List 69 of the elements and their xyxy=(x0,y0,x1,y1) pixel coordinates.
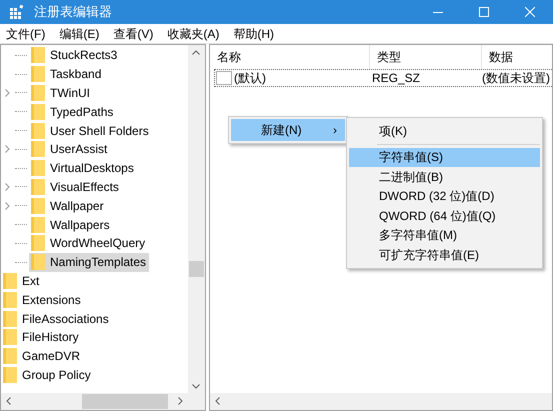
scroll-down-icon xyxy=(192,384,200,389)
folder-icon xyxy=(3,310,17,327)
folder-icon xyxy=(31,84,45,101)
close-icon xyxy=(525,7,535,17)
table-cell-text: (数值未设置) xyxy=(482,70,550,87)
tree-item[interactable]: FileHistory xyxy=(1,328,82,347)
folder-icon xyxy=(3,366,17,383)
menu-item[interactable]: 查看(V) xyxy=(111,24,156,42)
tree-item[interactable]: User Shell Folders xyxy=(29,121,152,140)
menu-item[interactable]: 编辑(E) xyxy=(57,24,102,42)
menu-item[interactable]: 二进制值(B) xyxy=(349,167,540,186)
tree-item[interactable]: TWinUI xyxy=(29,84,93,102)
folder-icon xyxy=(31,122,45,139)
folder-icon xyxy=(3,348,17,364)
tree-item[interactable]: VirtualDesktops xyxy=(29,158,137,178)
menu-item[interactable]: 文件(F) xyxy=(4,24,48,42)
tree-item[interactable]: Group Policy xyxy=(1,366,94,384)
menu-item[interactable]: 项(K) xyxy=(349,121,540,140)
folder-icon xyxy=(3,329,17,346)
scroll-left-icon xyxy=(6,397,11,405)
menu-item[interactable]: 多字符串值(M) xyxy=(349,226,540,245)
folder-icon xyxy=(31,178,45,195)
menu-item[interactable]: 可扩充字符串值(E) xyxy=(349,245,540,264)
table-cell-text: (默认) xyxy=(234,70,266,87)
column-header[interactable]: 类型 xyxy=(370,45,482,69)
folder-icon xyxy=(3,272,17,289)
tree-item[interactable]: StuckRects3 xyxy=(29,46,120,65)
menu-item[interactable]: 帮助(H) xyxy=(231,24,276,42)
menu-item[interactable]: 字符串值(S) xyxy=(349,148,540,167)
scroll-right-icon xyxy=(178,397,183,405)
scrollbar-thumb[interactable] xyxy=(189,261,204,277)
tree-item[interactable]: Extensions xyxy=(1,290,84,310)
window-title: 注册表编辑器 xyxy=(34,3,112,22)
maximize-icon xyxy=(479,7,489,17)
tree-item[interactable]: WordWheelQuery xyxy=(29,234,148,253)
folder-icon xyxy=(31,235,45,252)
tree-item[interactable]: Wallpapers xyxy=(29,215,113,234)
tree-item[interactable]: FileAssociations xyxy=(1,309,112,328)
tree-item[interactable]: UserAssist xyxy=(29,140,110,159)
scrollbar-thumb[interactable] xyxy=(82,394,168,409)
column-header[interactable]: 名称 xyxy=(210,45,370,69)
tree-item[interactable]: Wallpaper xyxy=(29,196,107,216)
folder-icon xyxy=(31,160,45,176)
column-header[interactable]: 数据 xyxy=(482,45,552,69)
horizontal-scrollbar[interactable] xyxy=(1,393,205,410)
folder-icon xyxy=(31,66,45,82)
tree-item[interactable]: GameDVR xyxy=(1,346,84,366)
table-cell-text: REG_SZ xyxy=(371,70,422,87)
registry-icon xyxy=(10,5,26,19)
vertical-scrollbar[interactable] xyxy=(188,45,205,394)
horizontal-scrollbar[interactable] xyxy=(210,393,552,410)
folder-icon xyxy=(31,104,45,120)
scroll-up-icon xyxy=(192,50,200,55)
scroll-left-icon xyxy=(215,397,220,405)
menu-item[interactable]: 新建(N) › xyxy=(231,119,345,141)
folder-icon xyxy=(31,141,45,158)
tree-item[interactable]: VisualEffects xyxy=(29,178,122,196)
menu-item[interactable]: DWORD (32 位)值(D) xyxy=(349,186,540,206)
tree-item[interactable]: NamingTemplates xyxy=(29,252,150,272)
menu-item[interactable]: 收藏夹(A) xyxy=(165,24,222,42)
menu-item[interactable]: QWORD (64 位)值(Q) xyxy=(349,206,540,226)
tree-item[interactable]: Taskband xyxy=(29,64,104,84)
folder-icon xyxy=(31,254,45,270)
tree-item[interactable]: TypedPaths xyxy=(29,102,116,122)
folder-icon xyxy=(31,47,45,64)
folder-icon xyxy=(3,292,17,308)
folder-icon xyxy=(31,216,45,233)
folder-icon xyxy=(31,198,45,214)
tree-item[interactable]: Ext xyxy=(1,272,42,290)
